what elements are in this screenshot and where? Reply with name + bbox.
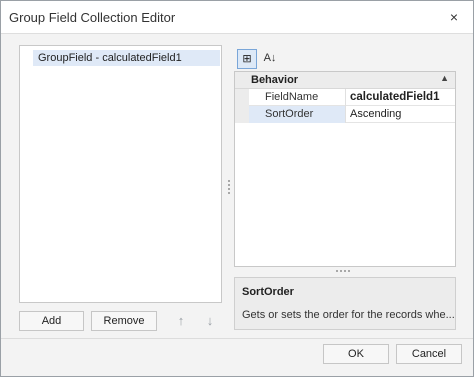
category-row-behavior[interactable]: Behavior ▲: [235, 72, 455, 89]
collapse-icon[interactable]: ▲: [440, 73, 449, 83]
collection-editor-dialog: Group Field Collection Editor × GroupFie…: [0, 0, 474, 377]
property-grid: Behavior ▲ FieldName calculatedField1 So…: [234, 71, 456, 267]
cancel-button[interactable]: Cancel: [396, 344, 462, 364]
ok-button[interactable]: OK: [323, 344, 389, 364]
property-row-fieldname[interactable]: FieldName calculatedField1: [235, 89, 455, 106]
footer-divider: [1, 338, 473, 339]
move-down-icon[interactable]: ↓: [201, 312, 219, 330]
description-title: SortOrder: [242, 286, 294, 298]
group-field-list[interactable]: GroupField - calculatedField1: [19, 45, 222, 303]
property-value-field[interactable]: Ascending: [347, 106, 455, 123]
add-button[interactable]: Add: [19, 311, 84, 331]
description-panel: SortOrder Gets or sets the order for the…: [234, 277, 456, 330]
close-icon[interactable]: ×: [445, 8, 463, 26]
horizontal-splitter[interactable]: [335, 269, 351, 273]
row-indent: [235, 106, 249, 123]
dialog-title: Group Field Collection Editor: [9, 10, 176, 25]
property-name: FieldName: [249, 89, 346, 106]
categorized-view-icon[interactable]: ⊞: [237, 49, 257, 69]
property-row-sortorder[interactable]: SortOrder Ascending: [235, 106, 455, 123]
category-label: Behavior: [251, 74, 299, 86]
row-indent: [235, 89, 249, 106]
property-name: SortOrder: [249, 106, 346, 123]
property-value-field[interactable]: calculatedField1: [347, 89, 455, 106]
description-text: Gets or sets the order for the records w…: [242, 309, 455, 321]
vertical-splitter[interactable]: [227, 179, 231, 195]
remove-button[interactable]: Remove: [91, 311, 157, 331]
alphabetical-sort-icon[interactable]: A↓: [260, 49, 280, 69]
list-item[interactable]: GroupField - calculatedField1: [33, 50, 220, 66]
move-up-icon[interactable]: ↑: [172, 312, 190, 330]
title-bar: Group Field Collection Editor ×: [1, 1, 473, 34]
